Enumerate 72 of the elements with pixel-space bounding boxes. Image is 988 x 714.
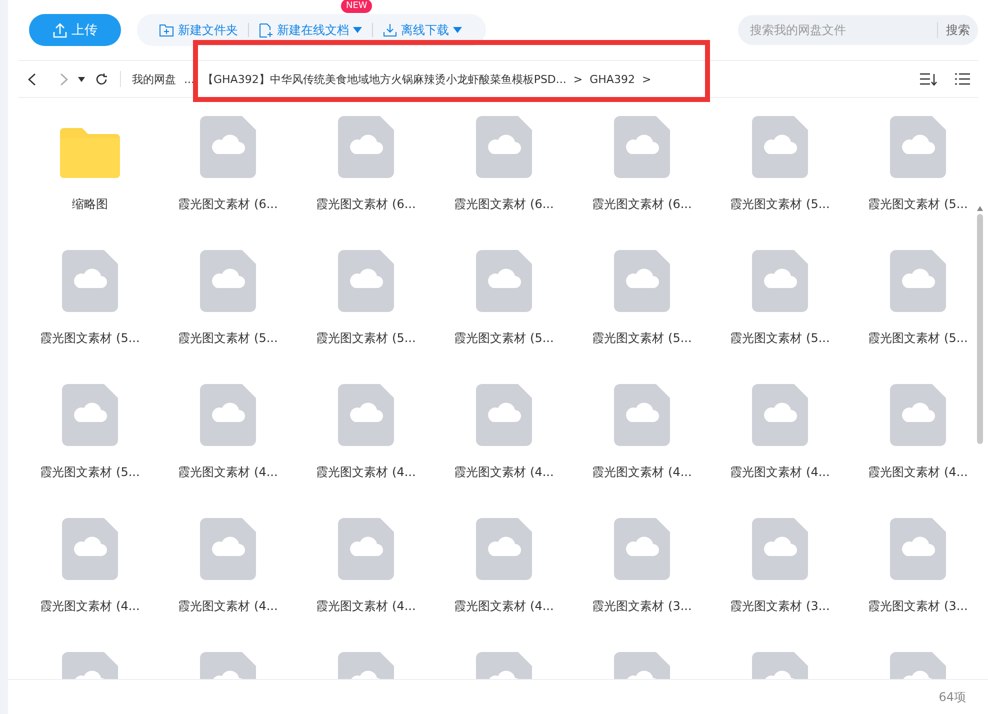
file-name[interactable]: 霞光图文素材 (4... — [316, 464, 416, 481]
cloud-file-icon — [752, 518, 808, 580]
file-name[interactable]: 霞光图文素材 (5... — [454, 330, 554, 347]
file-name[interactable]: 霞光图文素材 (4... — [454, 464, 554, 481]
cloud-file-icon — [338, 384, 394, 446]
cloud-file-icon — [62, 250, 118, 312]
cloud-file-icon — [614, 518, 670, 580]
file-name[interactable]: 霞光图文素材 (5... — [178, 330, 278, 347]
new-badge: NEW — [341, 0, 372, 13]
cloud-file-icon — [752, 250, 808, 312]
file-name[interactable]: 霞光图文素材 (4... — [454, 598, 554, 615]
file-name[interactable]: 霞光图文素材 (5... — [868, 330, 968, 347]
cloud-file-icon — [752, 116, 808, 178]
file-name[interactable]: 霞光图文素材 (6... — [178, 196, 278, 213]
cloud-file-icon — [200, 250, 256, 312]
file-name[interactable]: 霞光图文素材 (3... — [592, 598, 692, 615]
search-field[interactable]: 搜索我的网盘文件 搜索 — [738, 15, 978, 45]
file-name[interactable]: 霞光图文素材 (4... — [868, 464, 968, 481]
item-count: 64项 — [938, 688, 966, 706]
file-name[interactable]: 霞光图文素材 (6... — [316, 196, 416, 213]
file-name[interactable]: 霞光图文素材 (4... — [178, 464, 278, 481]
cloud-file-icon — [614, 116, 670, 178]
file-name[interactable]: 霞光图文素材 (5... — [592, 330, 692, 347]
cloud-file-icon — [890, 518, 946, 580]
cloud-file-icon — [890, 250, 946, 312]
cloud-file-icon — [200, 116, 256, 178]
cloud-file-icon — [476, 250, 532, 312]
cloud-file-icon — [476, 518, 532, 580]
file-name[interactable]: 霞光图文素材 (4... — [316, 598, 416, 615]
file-name[interactable]: 霞光图文素材 (5... — [730, 196, 830, 213]
toolbar-action[interactable]: 新建文件夹 — [149, 14, 248, 46]
file-name[interactable]: 霞光图文素材 (4... — [40, 598, 140, 615]
folder-icon — [60, 128, 120, 178]
file-name[interactable]: 霞光图文素材 (4... — [592, 464, 692, 481]
cloud-file-icon — [338, 518, 394, 580]
file-name[interactable]: 霞光图文素材 (4... — [730, 464, 830, 481]
toolbar-action[interactable]: 离线下载 — [373, 14, 472, 46]
file-name[interactable]: 霞光图文素材 (3... — [730, 598, 830, 615]
search-button[interactable]: 搜索 — [937, 22, 978, 38]
file-name[interactable]: 霞光图文素材 (5... — [730, 330, 830, 347]
file-name[interactable]: 霞光图文素材 (5... — [40, 464, 140, 481]
file-name[interactable]: 霞光图文素材 (6... — [592, 196, 692, 213]
cloud-file-icon — [890, 116, 946, 178]
cloud-file-icon — [476, 116, 532, 178]
file-name[interactable]: 霞光图文素材 (3... — [868, 598, 968, 615]
document-plus-icon — [259, 22, 273, 38]
cloud-file-icon — [62, 384, 118, 446]
breadcrumb-separator: > — [640, 72, 652, 86]
file-name[interactable]: 霞光图文素材 (5... — [40, 330, 140, 347]
cloud-file-icon — [614, 250, 670, 312]
breadcrumb-separator: > — [572, 72, 584, 86]
cloud-file-icon — [338, 250, 394, 312]
cloud-file-icon — [890, 384, 946, 446]
file-name[interactable]: 霞光图文素材 (6... — [454, 196, 554, 213]
folder-plus-icon — [159, 24, 174, 36]
download-icon — [383, 23, 397, 37]
breadcrumb-item[interactable]: 【GHA392】中华风传统美食地域地方火锅麻辣烫小龙虾酸菜鱼模板PSD... — [200, 72, 570, 86]
file-name[interactable]: 霞光图文素材 (4... — [178, 598, 278, 615]
toolbar-action[interactable]: 新建在线文档 — [249, 14, 372, 46]
upload-icon — [52, 22, 66, 38]
breadcrumb-item[interactable]: 我的网盘 — [129, 72, 179, 86]
cloud-file-icon — [752, 384, 808, 446]
file-name[interactable]: 缩略图 — [72, 196, 108, 213]
breadcrumb-item[interactable]: GHA392 — [586, 72, 638, 86]
file-name[interactable]: 霞光图文素材 (5... — [316, 330, 416, 347]
cloud-file-icon — [476, 384, 532, 446]
cloud-file-icon — [200, 384, 256, 446]
file-name[interactable]: 霞光图文素材 (5... — [868, 196, 968, 213]
cloud-file-icon — [338, 116, 394, 178]
cloud-file-icon — [614, 384, 670, 446]
cloud-file-icon — [200, 518, 256, 580]
cloud-file-icon — [62, 518, 118, 580]
